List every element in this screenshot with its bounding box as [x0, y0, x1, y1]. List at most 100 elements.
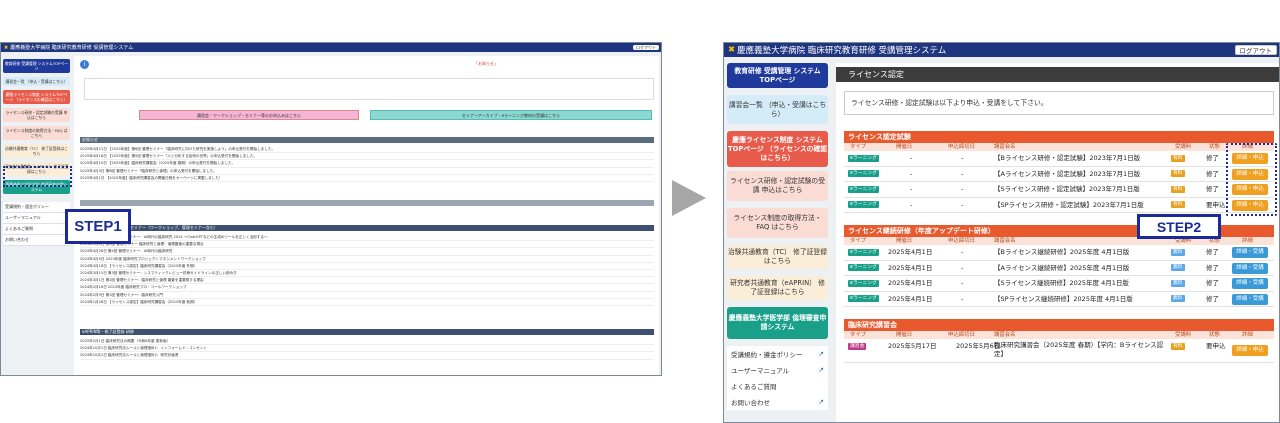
- date-cell: -: [910, 169, 913, 178]
- type-badge: eラーニング: [848, 279, 879, 287]
- fee-cell: 有料: [1171, 198, 1185, 213]
- fee-cell: 無料: [1171, 261, 1185, 276]
- step2-label: STEP2: [1137, 214, 1221, 239]
- fee-badge: 有料: [1171, 154, 1185, 162]
- app-header: ✖ 慶應義塾大学病院 臨床研究教育研修 受講管理システム ログアウト: [1, 43, 661, 52]
- sidebar-button[interactable]: 講習会一覧 （申込・受講はこちら）: [727, 95, 828, 124]
- sidebar-menu-item[interactable]: ユーザーマニュアル: [3, 213, 70, 224]
- list-row[interactable]: 2024年4月5日 2023年度 臨床研究プロジェクトマネジメントワークショップ: [80, 256, 654, 263]
- logout-button[interactable]: ログアウト: [1234, 45, 1277, 55]
- detail-button[interactable]: 詳細・受講: [1232, 293, 1268, 305]
- deadline-cell: -: [961, 154, 964, 162]
- list-row[interactable]: 2025年4月16日 【2025年度】第5回 管理セミナー「人と分析する症例の世…: [80, 153, 654, 161]
- logout-button[interactable]: ログアウト: [633, 45, 659, 50]
- table-row: eラーニング 2025年4月1日 - 【SPライセンス継続研修】2025年度 4月1日…: [844, 292, 1274, 307]
- list-row[interactable]: 2024年1月26日 【ライセンス認定】臨床研究講習会（2023年度 秋期）: [80, 299, 654, 306]
- status-cell: 修了: [1206, 294, 1219, 303]
- column-header: 状態: [1209, 144, 1220, 150]
- sidebar-button[interactable]: ライセンス制度の取得方法・FAQ はこちら: [727, 208, 828, 238]
- fee-badge: 有料: [1171, 185, 1185, 193]
- app-header: ✖ 慶應義塾大学病院 臨床研究教育研修 受講管理システム ログアウト: [724, 43, 1279, 57]
- section-header: ライセンス認定試験: [844, 131, 1274, 143]
- detail-button[interactable]: 詳細・受講: [1232, 247, 1268, 258]
- date-cell: 2025年5月17日: [888, 342, 937, 350]
- left-screenshot: ✖ 慶應義塾大学病院 臨床研究教育研修 受講管理システム ログアウト 教育研修 …: [0, 42, 662, 376]
- column-header: 開催日: [896, 238, 913, 244]
- list-row[interactable]: 2024年4月18日 【ライセンス認定】臨床研究講習会（2023年度 冬期）: [80, 263, 654, 270]
- sidebar-menu-item[interactable]: お問い合わせ: [3, 235, 70, 246]
- list-row[interactable]: 2025年4月3日 第6回 管理セミナー「臨床研究と倫理」の申込受付を開始しまし…: [80, 168, 654, 175]
- fee-cell: 有料: [1171, 182, 1185, 197]
- list-row[interactable]: 2024年5月10日 第6回 管理セミナー：AI時代の臨床研究 2024 〜Ch…: [80, 234, 654, 242]
- info-message: ライセンス研修・認定試験は以下より申込・受講をして下さい。: [844, 91, 1274, 115]
- list-row[interactable]: 2024年4月26日 第4回 管理セミナー：AI時代の臨床研究: [80, 248, 654, 256]
- list-row[interactable]: 2024年3月1日 第2回 管理セミナー：臨床研究と倫理 審査を重要視する理由: [80, 277, 654, 285]
- sidebar-menu-item[interactable]: 受講規約・遵金ポリシー ↗: [727, 346, 828, 362]
- sidebar-menu-item[interactable]: よくあるご質問: [727, 378, 828, 394]
- list-row[interactable]: 2024年2月16日 2023年度 臨床研究プロ・コールワークショップ: [80, 284, 654, 292]
- fee-badge: 有料: [1171, 342, 1185, 350]
- sidebar-button[interactable]: ライセンス制度の取得方法・FAQ はこちら: [3, 126, 70, 140]
- sidebar-button[interactable]: 治験共通教育（TC） 修了証登録はこちら: [3, 144, 70, 158]
- deadline-cell: -: [961, 248, 964, 256]
- sidebar-button[interactable]: 慶應ライセンス制度 システムTOPページ （ライセンスの確認はこちら）: [3, 90, 70, 104]
- keio-logo-icon: ✖: [4, 44, 9, 51]
- type-cell: eラーニング: [848, 198, 879, 213]
- sidebar-menu: 受講規約・遵金ポリシー ユーザーマニュアル よくあるご質問 お問い合わせ: [3, 202, 70, 246]
- sidebar-menu-item[interactable]: よくあるご質問: [3, 224, 70, 235]
- list-row[interactable]: 2025年4月1日 【2025年度】臨床研究講習会の開催日程をカーベージに掲載し…: [80, 175, 654, 182]
- menu-label: よくあるご質問: [731, 383, 777, 391]
- type-badge: eラーニング: [848, 185, 879, 193]
- external-link-icon: ↗: [818, 350, 824, 358]
- date-cell: -: [910, 154, 913, 162]
- seminar-link-bar[interactable]: 講習会・ワークショップ・セミナー等のお申込みはこちら: [139, 110, 359, 120]
- detail-button[interactable]: 詳細・受講: [1232, 278, 1268, 289]
- list-row[interactable]: 2024年2月9日 第1回 管理セミナー：臨床研究入門: [80, 292, 654, 299]
- sidebar-button[interactable]: 治験共通教育（TC） 修了証登録はこちら: [727, 245, 828, 269]
- column-header: 申込締切日: [948, 238, 975, 244]
- list-row[interactable]: 2025年4月10日 【2025年度】臨床研究講習会（2025年度 春期）の申込…: [80, 160, 654, 168]
- sidebar-button[interactable]: 研究者共通教育（eAPRIN） 修了証登録はこちら: [727, 276, 828, 300]
- detail-button[interactable]: 詳細・受講: [1232, 262, 1268, 274]
- sidebar-menu-item[interactable]: お問い合わせ ↗: [727, 394, 828, 410]
- column-header: 状態: [1209, 332, 1220, 338]
- column-header: 講習会名: [994, 238, 1016, 244]
- status-cell: 修了: [1206, 263, 1219, 272]
- column-headers: タイプ 開催日 申込締切日 講習会名 受講料 状態 詳細: [844, 143, 1274, 151]
- fee-badge: 無料: [1171, 279, 1185, 287]
- deadline-cell: -: [961, 294, 964, 303]
- list-row[interactable]: 2025年2月1日 臨床研究法の概要（令和6年度 更新版）: [80, 338, 654, 346]
- external-link-icon: ↗: [818, 398, 824, 406]
- app-title: 慶應義塾大学病院 臨床研究教育研修 受講管理システム: [10, 45, 134, 51]
- sidebar-button[interactable]: ライセンス研修・認定試験の受講 申込はこちら: [727, 171, 828, 201]
- sidebar-button[interactable]: 教育研修 受講管理 システムTOPページ: [727, 63, 828, 88]
- type-badge: eラーニング: [848, 201, 879, 208]
- sidebar-button[interactable]: 講習会一覧 （申込・受講はこちら）: [3, 77, 70, 86]
- sidebar-button[interactable]: 慶應義塾大学医学部 倫理審査申請システム: [727, 307, 828, 339]
- sidebar-button[interactable]: 教育研修 受講管理 システムTOPページ: [3, 59, 70, 73]
- type-cell: 講習会: [848, 339, 867, 354]
- status-cell: 修了: [1206, 279, 1219, 287]
- column-header: タイプ: [850, 238, 867, 244]
- sidebar-menu-item[interactable]: 受講規約・遵金ポリシー: [3, 202, 70, 213]
- status-cell: 修了: [1206, 169, 1219, 178]
- date-cell: -: [910, 185, 913, 193]
- list-row[interactable]: 2024年10月1日 臨床研究法ルールと倫理指針2：研究計画書: [80, 352, 654, 360]
- list-row[interactable]: 2025年4月21日 【2025年度】第6回 管理セミナー「臨床研究に向けた研究…: [80, 146, 654, 154]
- sidebar-button[interactable]: 慶應ライセンス制度 システムTOPページ （ライセンスの確認はこちら）: [727, 131, 828, 167]
- list-row[interactable]: 2024年3月15日 第3回 管理セミナー：シスマティックレビュー診療ガイドライ…: [80, 270, 654, 278]
- date-cell: 2025年4月1日: [888, 263, 933, 272]
- column-header: 申込締切日: [948, 144, 975, 150]
- sidebar-button[interactable]: ライセンス研修・認定試験の受講 申込はこちら: [3, 108, 70, 122]
- list-row[interactable]: 2024年10月1日 臨床研究法ルールと倫理指針1：インフォームド・コンセント: [80, 345, 654, 353]
- archive-link-bar[interactable]: セミナーアーカイブ・eラーニング教材の受講はこちら: [370, 110, 652, 120]
- right-sidebar: 教育研修 受講管理 システムTOPページ講習会一覧 （申込・受講はこちら） 慶應ラ…: [727, 63, 828, 410]
- sidebar-menu-item[interactable]: ユーザーマニュアル ↗: [727, 362, 828, 378]
- date-cell: 2025年4月1日: [888, 279, 933, 287]
- section-header: 臨床研究講習会: [844, 319, 1274, 331]
- type-cell: eラーニング: [848, 292, 879, 307]
- table-row: eラーニング - - 【SPライセンス研修・認定試験】2023年7月1日版 有料 要申込詳…: [844, 198, 1274, 213]
- detail-button[interactable]: 詳細・申込: [1232, 345, 1268, 356]
- status-cell: 修了: [1206, 154, 1219, 162]
- list-row[interactable]: 2024年5月8日 第5回 管理セミナー 臨床研究と倫理：倫理審査の重要な視点: [80, 241, 654, 249]
